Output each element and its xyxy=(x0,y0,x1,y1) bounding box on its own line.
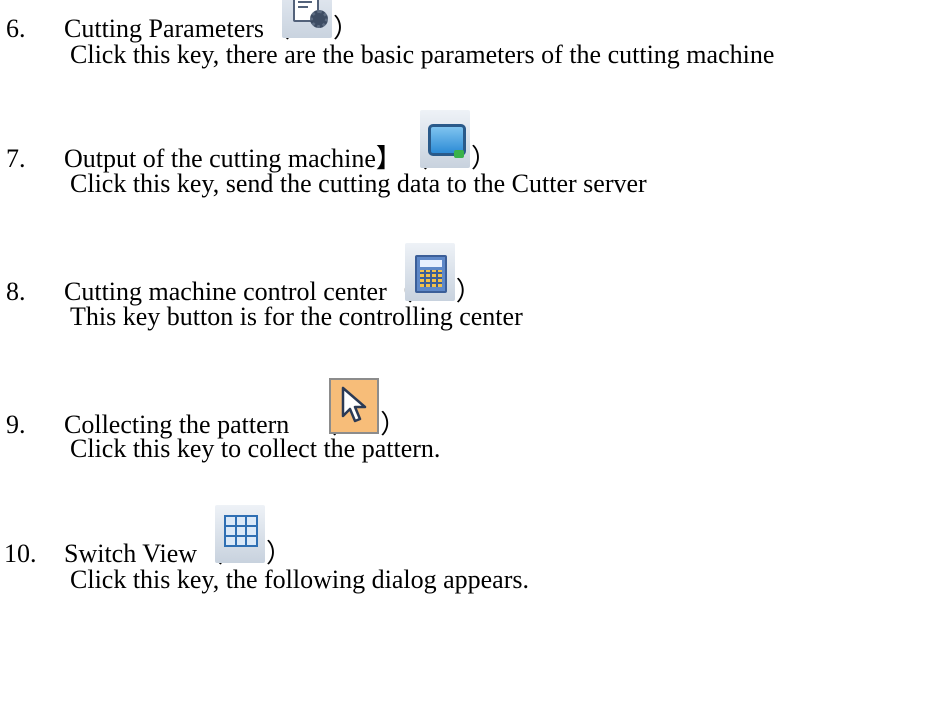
item-6-description: Click this key, there are the basic para… xyxy=(70,40,775,69)
calculator-icon[interactable] xyxy=(404,243,455,301)
item-number: 8. xyxy=(6,277,26,306)
monitor-icon[interactable] xyxy=(419,110,470,168)
cursor-arrow-icon[interactable] xyxy=(329,378,380,434)
item-10-description: Click this key, the following dialog app… xyxy=(70,565,529,594)
grid-view-icon[interactable] xyxy=(215,505,266,563)
item-number: 10. xyxy=(4,539,37,568)
item-number: 6. xyxy=(6,14,26,43)
item-7-description: Click this key, send the cutting data to… xyxy=(70,169,647,198)
item-7-heading: 7. Output of the cutting machine】 （ ） xyxy=(0,110,497,174)
item-8-heading: 8. Cutting machine control center （ ） xyxy=(0,243,482,307)
item-number: 7. xyxy=(6,144,26,173)
document-gear-icon[interactable] xyxy=(282,0,333,38)
item-9-description: Click this key to collect the pattern. xyxy=(70,434,441,463)
item-6-heading: 6. Cutting Parameters （ ） xyxy=(0,0,359,44)
item-number: 9. xyxy=(6,410,26,439)
item-8-description: This key button is for the controlling c… xyxy=(70,302,523,331)
item-10-heading: 10. Switch View （ ） xyxy=(0,505,292,569)
